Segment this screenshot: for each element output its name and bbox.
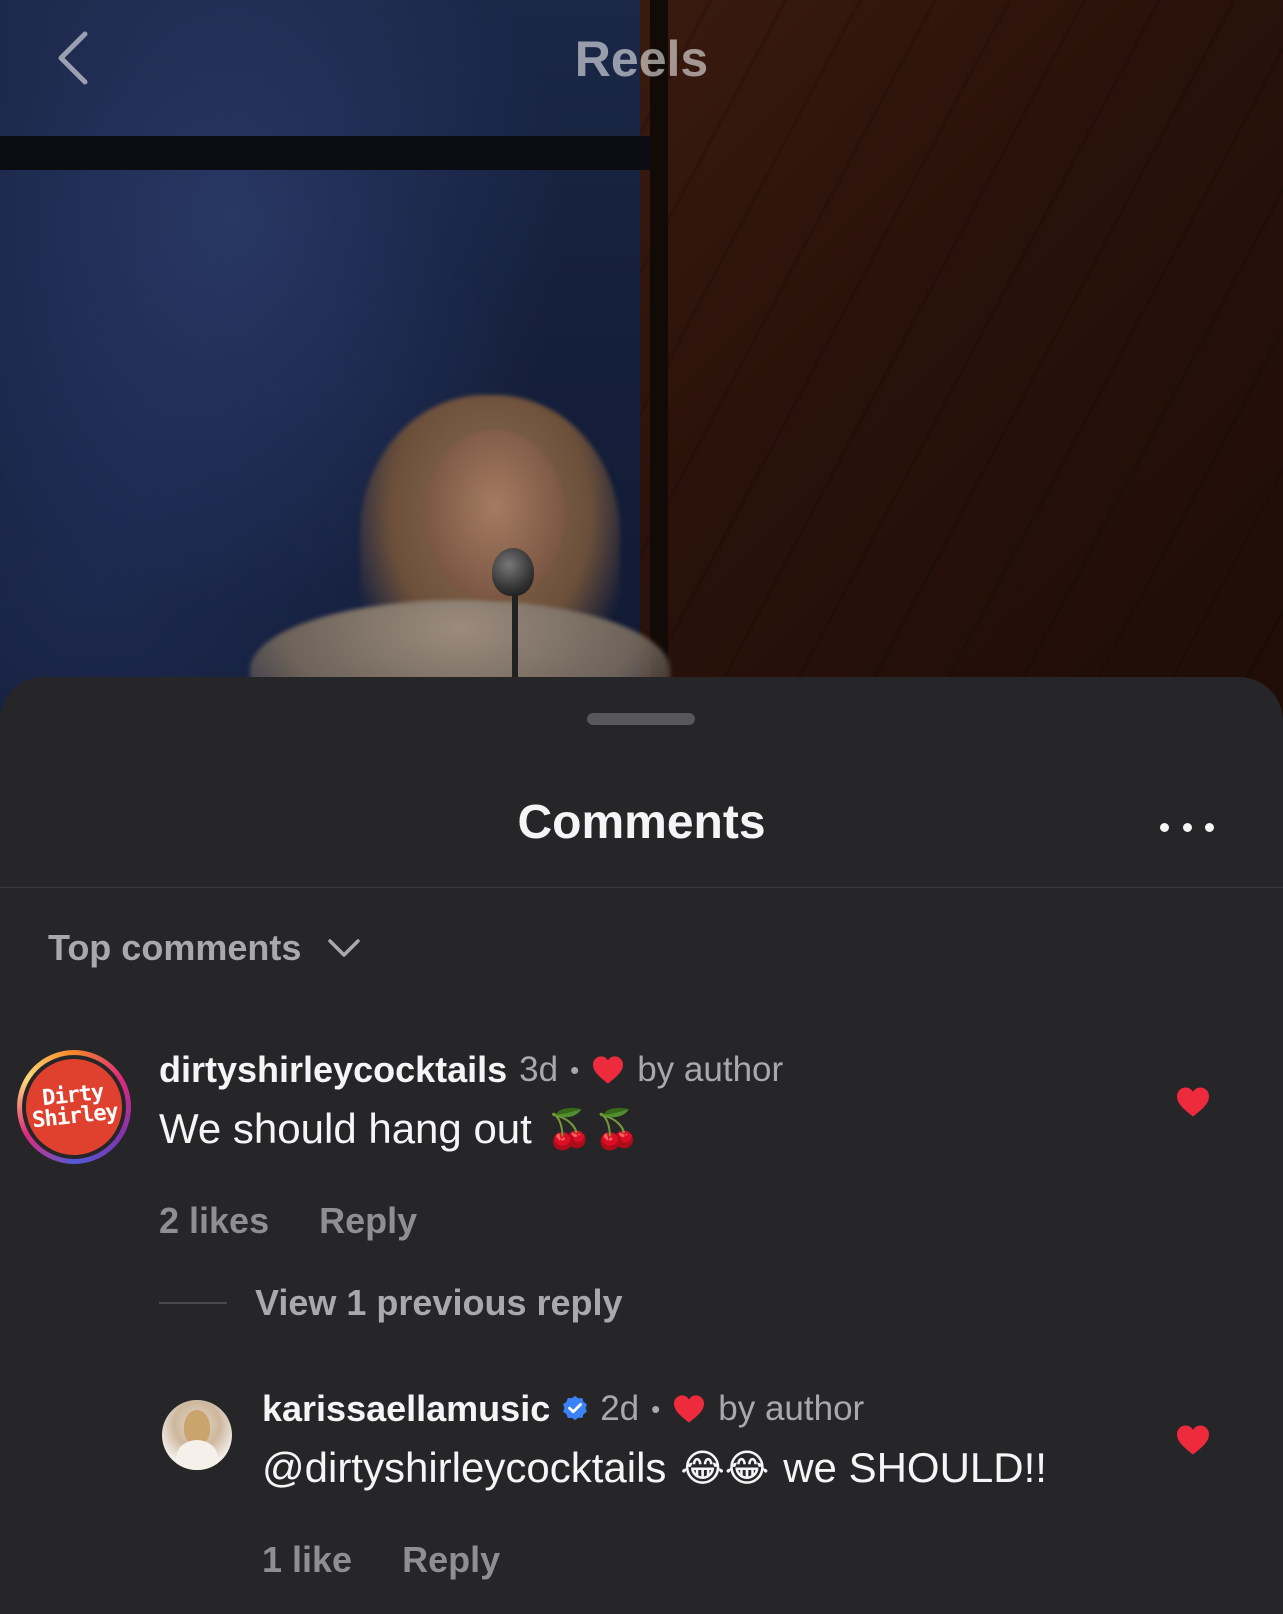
reels-comments-screen: Reels Comments Top comments Dirty Shirle… (0, 0, 1283, 1614)
reply-like-button[interactable] (1171, 1418, 1215, 1462)
reply-likes-count[interactable]: 1 like (262, 1539, 352, 1581)
comment-likes-count[interactable]: 2 likes (159, 1200, 269, 1242)
avatar: Dirty Shirley (21, 1054, 127, 1160)
reply-time: 2d (600, 1389, 640, 1428)
video-microphone (492, 548, 534, 596)
reply-username[interactable]: karissaellamusic (262, 1388, 550, 1430)
view-previous-replies[interactable]: View 1 previous reply (159, 1282, 623, 1324)
avatar-photo-hair (184, 1410, 210, 1444)
laughing-emoji: 😂😂 (680, 1446, 770, 1490)
reply-mention[interactable]: @dirtyshirleycocktails (262, 1444, 666, 1492)
reply-text: @dirtyshirleycocktails 😂😂 we SHOULD!! (262, 1444, 1047, 1492)
verified-badge-icon (560, 1394, 590, 1424)
liked-by-author-label: by author (718, 1389, 865, 1428)
reply-actions: 1 like Reply (262, 1539, 500, 1581)
view-previous-replies-label: View 1 previous reply (255, 1282, 623, 1323)
reply-button[interactable]: Reply (319, 1200, 417, 1242)
sort-label: Top comments (48, 927, 302, 968)
sort-dropdown[interactable]: Top comments (48, 927, 361, 969)
heart-icon (1177, 1087, 1209, 1117)
avatar-story-ring[interactable]: Dirty Shirley (17, 1050, 131, 1164)
comment-meta: dirtyshirleycocktails 3d • by author (159, 1049, 783, 1091)
avatar-logo-text: Shirley (31, 1099, 119, 1134)
avatar-photo-dress (176, 1440, 218, 1470)
video-window-frame (0, 136, 660, 170)
reply-button[interactable]: Reply (402, 1539, 500, 1581)
top-bar: Reels (0, 0, 1283, 120)
thread-line (159, 1302, 227, 1304)
comment-actions: 2 likes Reply (159, 1200, 417, 1242)
more-horizontal-icon (1160, 822, 1169, 832)
comment-like-button[interactable] (1171, 1080, 1215, 1124)
comment-time: 3d (519, 1050, 559, 1089)
sheet-grabber[interactable] (587, 713, 695, 725)
more-options-button[interactable] (1160, 805, 1214, 849)
sheet-title: Comments (517, 796, 766, 849)
comment-text: We should hang out 🍒🍒 (159, 1105, 640, 1153)
more-horizontal-icon-dot (1205, 822, 1214, 832)
heart-icon (1177, 1425, 1209, 1455)
avatar[interactable] (162, 1400, 232, 1470)
comment-username[interactable]: dirtyshirleycocktails (159, 1049, 507, 1091)
reply-body: we SHOULD!! (783, 1444, 1047, 1491)
reply-meta: karissaellamusic 2d • by author (262, 1388, 864, 1430)
chevron-down-icon (327, 937, 361, 959)
avatar-ring-inner: Dirty Shirley (21, 1054, 127, 1160)
comments-sheet: Comments Top comments Dirty Shirley dirt… (0, 677, 1283, 1614)
heart-icon (591, 1055, 625, 1085)
separator-dot: • (570, 1054, 580, 1085)
cherry-emoji: 🍒🍒 (545, 1106, 641, 1151)
more-horizontal-icon-dot (1182, 822, 1192, 832)
page-title: Reels (574, 31, 709, 87)
liked-by-author-label: by author (637, 1050, 784, 1089)
separator-dot: • (651, 1393, 661, 1424)
header-divider (0, 887, 1283, 888)
comment-body: We should hang out (159, 1105, 532, 1152)
heart-icon (672, 1394, 706, 1424)
